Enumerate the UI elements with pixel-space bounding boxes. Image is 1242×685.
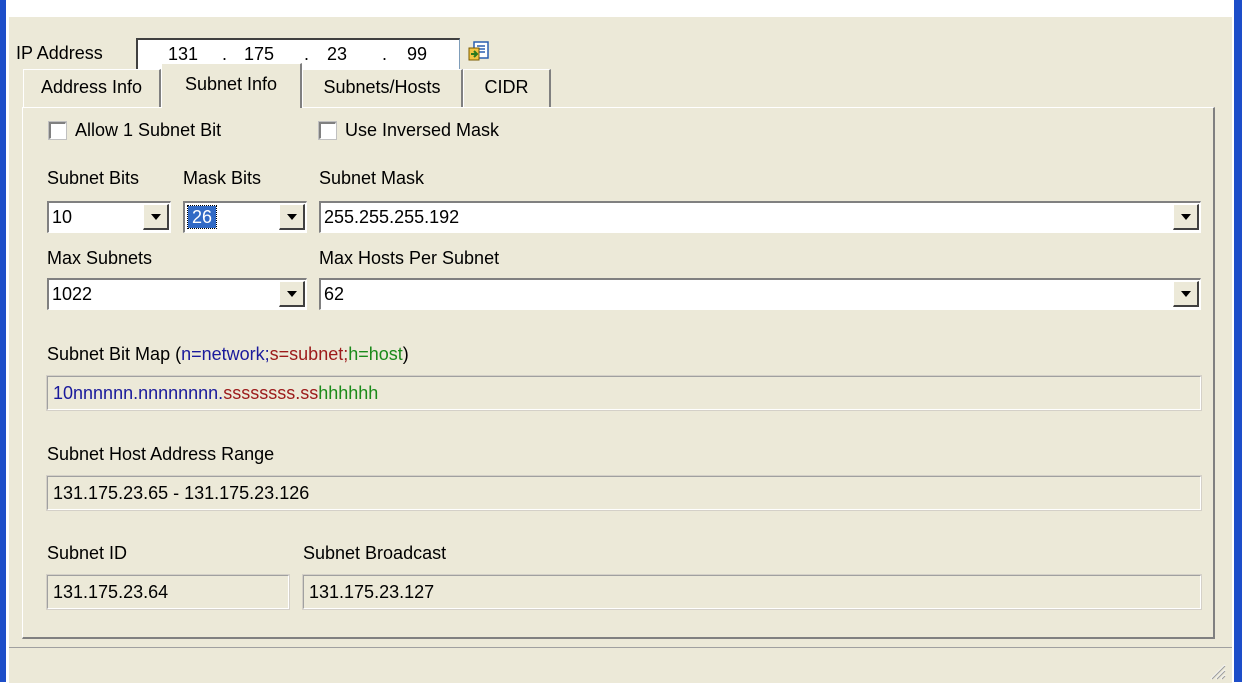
max-subnets-dropdown-button[interactable] bbox=[279, 281, 305, 307]
subnet-mask-select[interactable]: 255.255.255.192 bbox=[319, 201, 1201, 233]
use-inversed-mask-checkbox[interactable] bbox=[318, 121, 337, 140]
subnet-calculator-window: IP Address 131 . 175 . 23 . 99 Address I… bbox=[9, 16, 1232, 683]
use-inversed-mask-label[interactable]: Use Inversed Mask bbox=[345, 119, 499, 141]
subnet-broadcast-field: 131.175.23.127 bbox=[302, 574, 1202, 610]
subnet-broadcast-value: 131.175.23.127 bbox=[309, 582, 435, 602]
host-range-field: 131.175.23.65 - 131.175.23.126 bbox=[46, 475, 1202, 511]
chevron-down-icon bbox=[1181, 214, 1191, 220]
max-subnets-select[interactable]: 1022 bbox=[47, 278, 307, 310]
subnet-mask-value: 255.255.255.192 bbox=[324, 207, 460, 227]
ip-dot-2: . bbox=[304, 44, 310, 64]
subnet-bit-map-label: Subnet Bit Map (n=network;s=subnet;h=hos… bbox=[47, 343, 409, 365]
max-hosts-label: Max Hosts Per Subnet bbox=[319, 248, 500, 268]
subnet-id-label: Subnet ID bbox=[47, 543, 128, 563]
legend-network: n=network bbox=[181, 344, 265, 364]
subnet-mask-label: Subnet Mask bbox=[319, 168, 425, 188]
subnet-mask-dropdown-button[interactable] bbox=[1173, 204, 1199, 230]
subnet-info-panel: Allow 1 Subnet Bit Use Inversed Mask Sub… bbox=[22, 107, 1215, 639]
ip-dot-3: . bbox=[382, 44, 388, 64]
mask-bits-dropdown-button[interactable] bbox=[279, 204, 305, 230]
subnet-bit-map-field: 10nnnnnn.nnnnnnnn.ssssssss.sshhhhhh bbox=[46, 375, 1202, 411]
bit-map-label-suffix: ) bbox=[402, 344, 409, 364]
allow-one-subnet-bit-label[interactable]: Allow 1 Subnet Bit bbox=[75, 119, 221, 141]
window-frame-left bbox=[0, 0, 6, 682]
subnet-bits-value: 10 bbox=[52, 207, 73, 227]
host-range-value: 131.175.23.65 - 131.175.23.126 bbox=[53, 483, 310, 503]
max-hosts-value: 62 bbox=[324, 284, 345, 304]
allow-one-subnet-bit-checkbox[interactable] bbox=[48, 121, 67, 140]
max-hosts-select[interactable]: 62 bbox=[319, 278, 1201, 310]
subnet-bits-label: Subnet Bits bbox=[47, 168, 140, 188]
mask-bits-select[interactable]: 26 bbox=[183, 201, 307, 233]
subnet-id-field: 131.175.23.64 bbox=[46, 574, 290, 610]
ip-octet-3[interactable]: 23 bbox=[312, 42, 362, 66]
tab-subnets-hosts[interactable]: Subnets/Hosts bbox=[302, 69, 463, 107]
subnet-broadcast-label: Subnet Broadcast bbox=[303, 543, 447, 563]
bit-map-network: 10nnnnnn.nnnnnnnn. bbox=[53, 383, 224, 403]
copy-clipboard-icon[interactable] bbox=[467, 41, 491, 63]
tab-address-info[interactable]: Address Info bbox=[23, 69, 161, 107]
mask-bits-value: 26 bbox=[186, 205, 218, 229]
mask-bits-label: Mask Bits bbox=[183, 168, 262, 188]
max-subnets-value: 1022 bbox=[52, 284, 93, 304]
legend-subnet: s=subnet bbox=[269, 344, 344, 364]
subnet-id-value: 131.175.23.64 bbox=[53, 582, 169, 602]
chevron-down-icon bbox=[1181, 291, 1191, 297]
tab-subnet-info[interactable]: Subnet Info bbox=[161, 63, 302, 108]
bit-map-host: hhhhhh bbox=[318, 383, 379, 403]
host-range-label: Subnet Host Address Range bbox=[47, 444, 275, 464]
legend-host: h=host bbox=[348, 344, 403, 364]
subnet-bits-select[interactable]: 10 bbox=[47, 201, 171, 233]
ip-address-label: IP Address bbox=[16, 43, 103, 63]
subnet-bits-dropdown-button[interactable] bbox=[143, 204, 169, 230]
chevron-down-icon bbox=[151, 214, 161, 220]
ip-octet-4[interactable]: 99 bbox=[392, 42, 442, 66]
chevron-down-icon bbox=[287, 291, 297, 297]
bit-map-label-prefix: Subnet Bit Map ( bbox=[47, 344, 182, 364]
subnet-bit-map-value: 10nnnnnn.nnnnnnnn.ssssssss.sshhhhhh bbox=[53, 382, 378, 404]
window-frame-right bbox=[1234, 0, 1242, 682]
resize-grip-icon[interactable] bbox=[1206, 660, 1226, 680]
status-bar bbox=[9, 647, 1232, 684]
bit-map-subnet: ssssssss.ss bbox=[223, 383, 319, 403]
max-subnets-label: Max Subnets bbox=[47, 248, 153, 268]
max-hosts-dropdown-button[interactable] bbox=[1173, 281, 1199, 307]
chevron-down-icon bbox=[287, 214, 297, 220]
tab-cidr[interactable]: CIDR bbox=[463, 69, 551, 107]
